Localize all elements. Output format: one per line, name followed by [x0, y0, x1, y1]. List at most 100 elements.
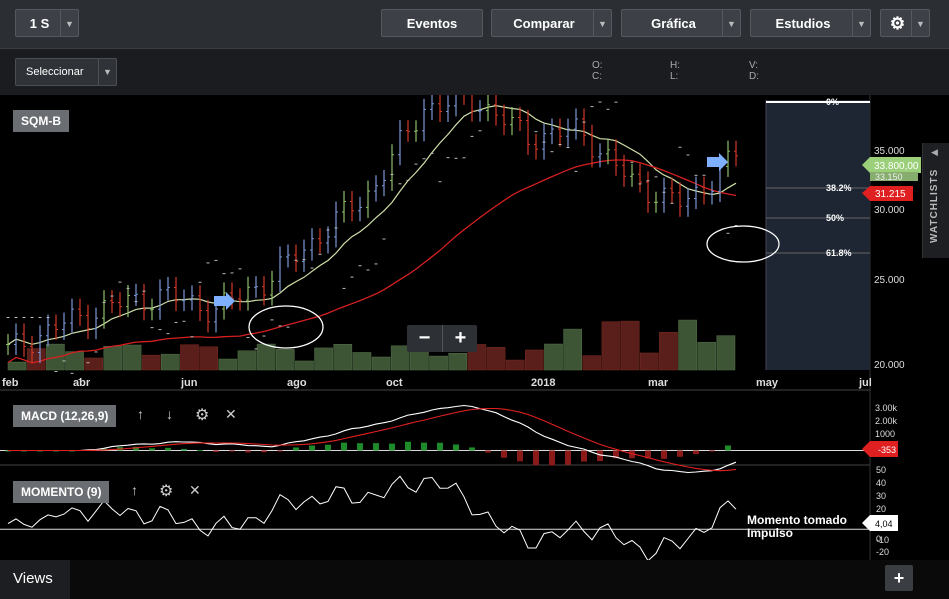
momentum-annotation[interactable]: Momento tomado	[747, 513, 847, 527]
arrow-right-icon[interactable]	[707, 153, 728, 171]
open-label: O:	[592, 60, 603, 71]
macd-histogram-bar	[581, 450, 587, 462]
volume-bar	[7, 361, 27, 371]
macd-histogram-bar	[309, 445, 315, 451]
macd-histogram-bar	[405, 441, 411, 451]
macd-histogram-bar	[725, 445, 731, 451]
settings-button[interactable]: ⚙ ▼	[880, 9, 930, 37]
momentum-annotation[interactable]: Impulso	[747, 526, 793, 540]
volume-bar	[525, 349, 544, 371]
chevron-down-icon: ▼	[852, 10, 870, 36]
chart-type-button[interactable]: Gráfica ▼	[621, 9, 741, 37]
add-view-button[interactable]: +	[885, 565, 913, 591]
momentum-tick: -20	[876, 547, 889, 557]
symbol-tag[interactable]: SQM-B	[13, 110, 69, 132]
views-label: Views	[13, 570, 53, 587]
chevron-down-icon: ▼	[722, 10, 740, 36]
macd-histogram-bar	[661, 450, 667, 459]
fib-label: 50%	[826, 213, 844, 223]
sub-toolbar	[0, 49, 949, 95]
volume-bar	[505, 359, 525, 371]
volume-bar	[352, 352, 372, 371]
views-tab[interactable]: Views	[0, 560, 70, 599]
chevron-down-icon: ▼	[593, 10, 611, 36]
macd-histogram-bar	[181, 448, 187, 451]
studies-button[interactable]: Estudios ▼	[750, 9, 871, 37]
red-price-value: 31.215	[875, 189, 906, 200]
time-tick: jun	[180, 377, 198, 389]
momentum-line	[7, 475, 737, 560]
chevron-down-icon: ▼	[98, 59, 116, 85]
chevron-down-icon: ▼	[60, 10, 78, 36]
volume-bar	[697, 341, 717, 371]
momentum-tick: 50	[876, 465, 886, 475]
macd-tick: 1000	[875, 429, 895, 439]
macd-histogram-bar	[245, 450, 251, 453]
volume-bar	[716, 335, 736, 371]
annotation-circle[interactable]	[248, 305, 324, 349]
volume-bar	[601, 321, 621, 371]
close-icon[interactable]: ✕	[189, 482, 201, 499]
macd-histogram-bar	[389, 443, 395, 451]
compare-button[interactable]: Comparar ▼	[491, 9, 612, 37]
time-tick: oct	[386, 377, 403, 389]
volume-bar	[103, 345, 123, 371]
gear-icon[interactable]: ⚙	[195, 405, 209, 425]
momentum-tick: 30	[876, 491, 886, 501]
arrow-down-icon[interactable]: ↓	[166, 406, 173, 422]
macd-histogram-bar	[197, 449, 203, 451]
macd-histogram-bar	[453, 444, 459, 451]
volume-bar	[678, 319, 697, 371]
drawing-tool-select[interactable]: Seleccionar ▼	[15, 58, 117, 86]
volume-bar	[371, 356, 391, 371]
price-tick: 30.000	[874, 205, 905, 216]
macd-signal-line	[8, 407, 737, 472]
arrow-up-icon[interactable]: ↑	[131, 482, 138, 498]
arrow-up-icon[interactable]: ↑	[137, 406, 144, 422]
volume-bar	[314, 347, 333, 371]
ohlc-open-close: O: C:	[592, 60, 603, 82]
chevron-left-icon: ◀	[931, 147, 938, 157]
macd-histogram-bar	[437, 442, 443, 451]
momentum-tick: 40	[876, 478, 886, 488]
macd-line	[8, 404, 737, 474]
zoom-in-button[interactable]: +	[442, 325, 478, 352]
events-label: Eventos	[406, 16, 458, 31]
gear-icon[interactable]: ⚙	[159, 481, 173, 501]
macd-tick: 3.00k	[875, 403, 898, 413]
top-toolbar: 1 S ▼ Eventos Comparar ▼ Gráfica ▼ Estud…	[0, 0, 949, 49]
volume-bar	[275, 349, 295, 371]
interval-label: 1 S	[29, 16, 50, 31]
volume-bar	[563, 328, 582, 371]
fib-label: 61.8%	[826, 248, 852, 258]
momentum-tick: 20	[876, 504, 886, 514]
price-tick: 20.000	[874, 360, 905, 371]
events-button[interactable]: Eventos	[381, 9, 483, 37]
macd-histogram-bar	[517, 450, 523, 462]
volume-bar	[237, 350, 257, 371]
volume-bar	[620, 320, 640, 371]
time-tick: may	[756, 377, 779, 389]
time-tick: ago	[287, 377, 307, 389]
ohlc-volume-date: V: D:	[749, 60, 759, 82]
price-tick: 25.000	[874, 275, 905, 286]
momentum-study-tag[interactable]: MOMENTO (9)	[13, 481, 110, 503]
zoom-out-button[interactable]: −	[407, 325, 442, 352]
macd-histogram-bar	[677, 450, 683, 457]
volume-label: V:	[749, 60, 759, 71]
volume-bar	[161, 353, 180, 371]
fib-zone	[766, 100, 870, 370]
macd-histogram-bar	[261, 450, 267, 453]
interval-selector[interactable]: 1 S ▼	[15, 9, 79, 37]
time-tick: jul	[858, 377, 872, 389]
watchlists-tab[interactable]: ◀ WATCHLISTS	[922, 143, 949, 258]
volume-bar	[544, 343, 563, 371]
macd-histogram-bar	[421, 442, 427, 451]
close-label: C:	[592, 71, 602, 82]
moving-average-line	[7, 104, 737, 346]
macd-study-tag[interactable]: MACD (12,26,9)	[13, 405, 117, 427]
close-icon[interactable]: ✕	[225, 406, 237, 423]
macd-histogram-bar	[693, 450, 699, 455]
macd-histogram-bar	[709, 450, 715, 452]
volume-bar	[448, 353, 468, 371]
